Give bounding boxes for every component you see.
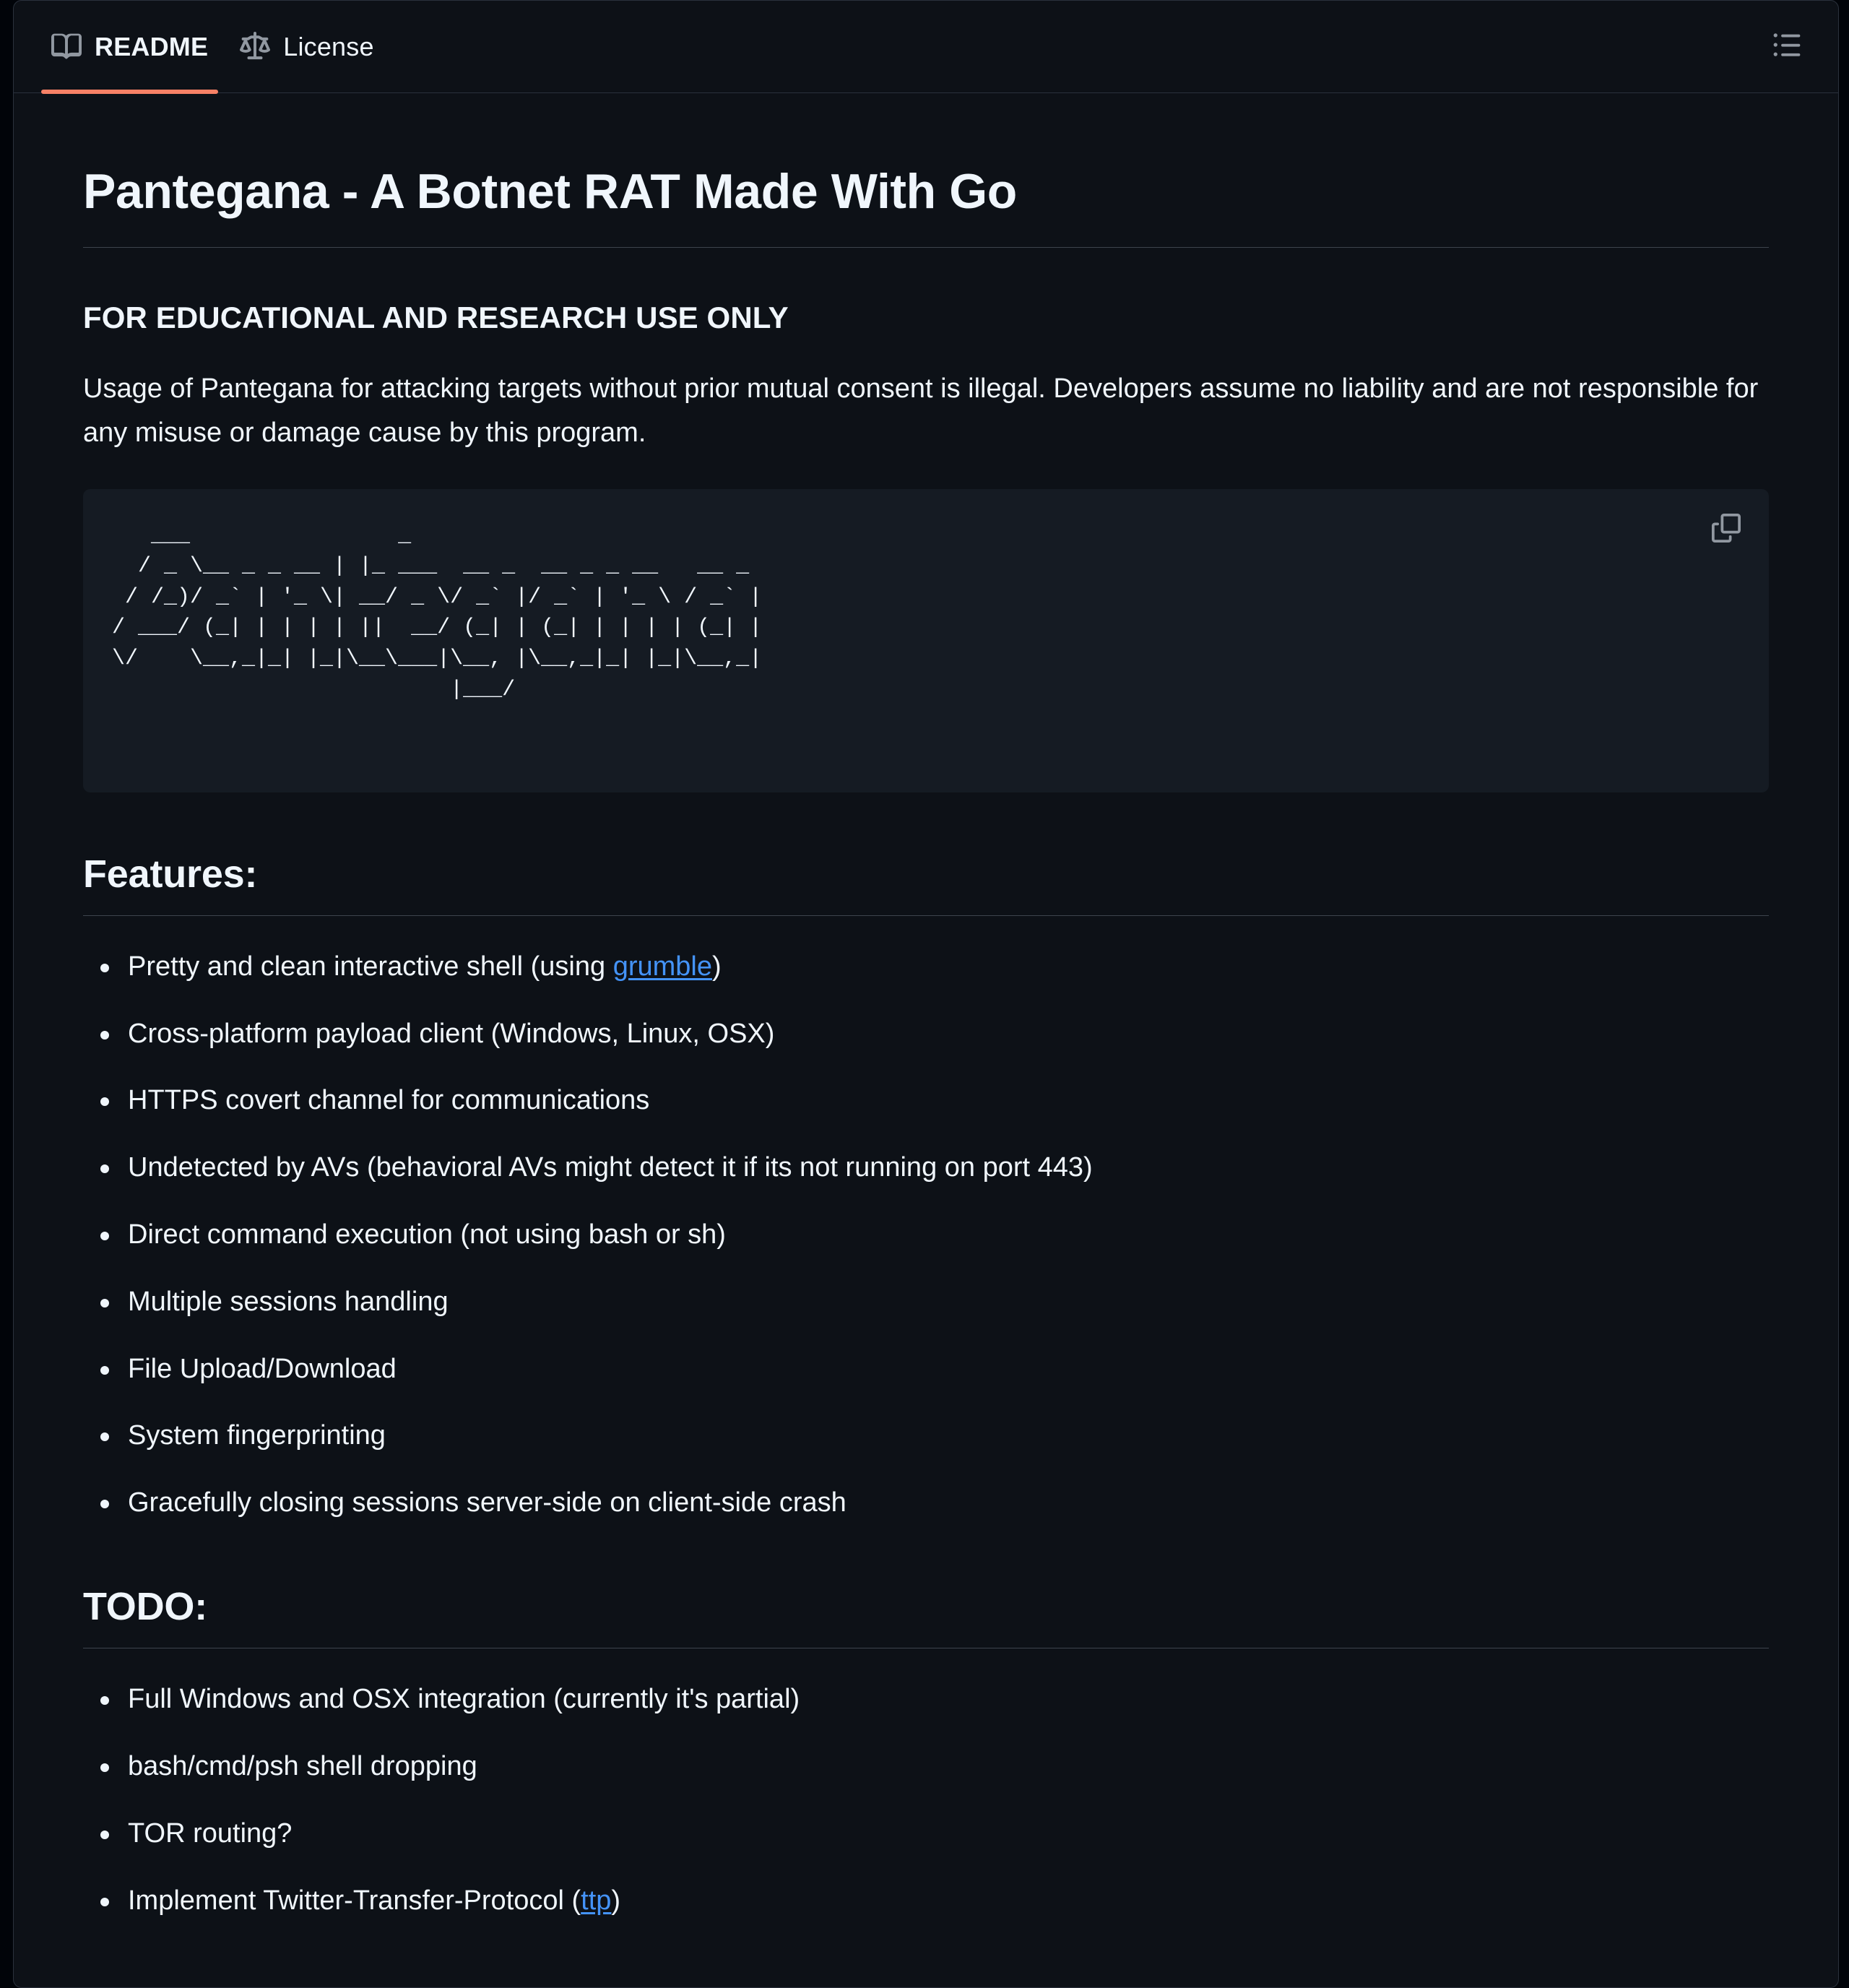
todo-list: Full Windows and OSX integration (curren… [83,1677,1769,1922]
list-item-text: Cross-platform payload client (Windows, … [128,1018,775,1049]
list-item: Cross-platform payload client (Windows, … [100,1012,1769,1056]
list-item-text: File Upload/Download [128,1353,397,1384]
list-item-text: Full Windows and OSX integration (curren… [128,1684,800,1715]
list-item-text: HTTPS covert channel for communications [128,1085,650,1116]
link-grumble[interactable]: grumble [613,951,712,982]
table-of-contents-button[interactable] [1762,22,1812,72]
tab-readme[interactable]: README [35,1,224,94]
list-item: Direct command execution (not using bash… [100,1213,1769,1257]
list-item: bash/cmd/psh shell dropping [100,1745,1769,1789]
list-item: Multiple sessions handling [100,1280,1769,1324]
tab-license[interactable]: License [224,1,389,92]
list-item-text: Gracefully closing sessions server-side … [128,1487,846,1518]
educational-use-notice: FOR EDUCATIONAL AND RESEARCH USE ONLY [83,301,789,334]
list-item: HTTPS covert channel for communications [100,1079,1769,1123]
list-item: Gracefully closing sessions server-side … [100,1481,1769,1525]
list-item: File Upload/Download [100,1347,1769,1391]
list-item-text-suffix: ) [611,1885,621,1916]
list-item-text: Undetected by AVs (behavioral AVs might … [128,1152,1093,1183]
todo-heading: TODO: [83,1581,1769,1649]
list-unordered-icon [1772,30,1802,64]
link-ttp[interactable]: ttp [581,1885,611,1916]
list-item-text: Multiple sessions handling [128,1286,449,1317]
tab-readme-label: README [95,31,209,61]
list-item-text: TOR routing? [128,1818,293,1849]
list-item-text: System fingerprinting [128,1420,386,1451]
list-item: Pretty and clean interactive shell (usin… [100,945,1769,989]
copy-code-button[interactable] [1702,506,1750,554]
file-view-tabbar: README License [14,1,1838,94]
list-item: TOR routing? [100,1812,1769,1856]
list-item: Undetected by AVs (behavioral AVs might … [100,1146,1769,1190]
list-item-text-suffix: ) [711,951,722,982]
tab-license-label: License [283,31,374,61]
ascii-art-banner: ___ _ / _ \__ _ _ __ | |_ ___ __ _ __ _ … [112,523,763,702]
list-item-text: Implement Twitter-Transfer-Protocol ( [128,1885,581,1916]
list-item: Full Windows and OSX integration (curren… [100,1677,1769,1721]
features-list: Pretty and clean interactive shell (usin… [83,945,1769,1525]
page-title: Pantegana - A Botnet RAT Made With Go [83,161,1769,248]
readme-panel: README License Pantegana - A Botnet RAT … [13,0,1839,1988]
list-item-text: Pretty and clean interactive shell (usin… [128,951,613,982]
list-item: Implement Twitter-Transfer-Protocol (ttp… [100,1879,1769,1923]
ascii-art-code-block: ___ _ / _ \__ _ _ __ | |_ ___ __ _ __ _ … [83,488,1769,792]
scale-icon [240,31,271,62]
readme-article: Pantegana - A Botnet RAT Made With Go FO… [14,93,1838,1987]
features-heading: Features: [83,849,1769,916]
list-item-text: Direct command execution (not using bash… [128,1219,726,1250]
list-item-text: bash/cmd/psh shell dropping [128,1751,477,1782]
book-icon [51,32,82,62]
list-item: System fingerprinting [100,1414,1769,1458]
disclaimer-paragraph: Usage of Pantegana for attacking targets… [83,373,1759,449]
copy-icon [1712,514,1741,546]
